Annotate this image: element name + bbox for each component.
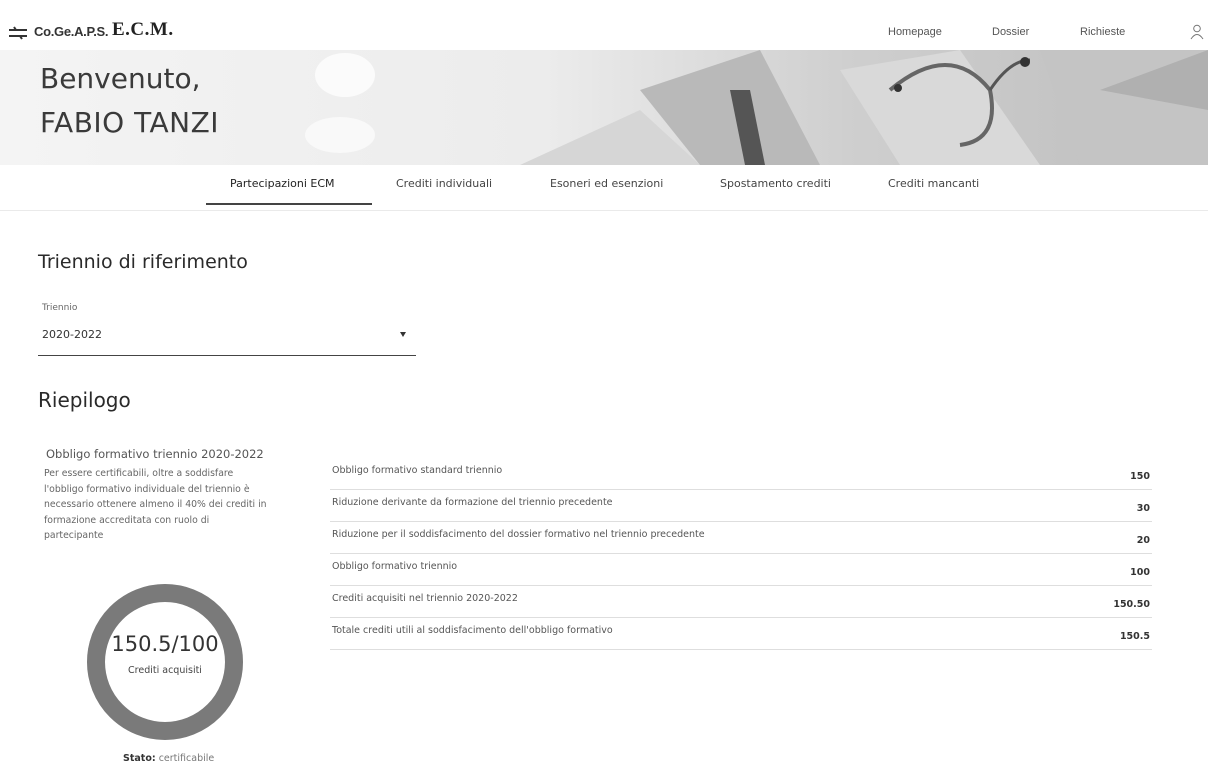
row-value: 150 [1130,471,1150,482]
tab-crediti-individuali[interactable]: Crediti individuali [396,177,492,190]
obligation-title: Obbligo formativo triennio 2020-2022 [46,447,264,461]
row-value: 30 [1136,503,1150,514]
triennio-select[interactable]: 2020-2022 [38,322,416,356]
table-row: Obbligo formativo triennio 100 [330,554,1152,586]
donut-credits-value: 150.5/100 [111,632,219,656]
donut-credits-label: Crediti acquisiti [128,665,202,676]
row-label: Crediti acquisiti nel triennio 2020-2022 [332,593,518,604]
row-label: Totale crediti utili al soddisfacimento … [332,625,613,636]
user-full-name: FABIO TANZI [40,106,220,139]
site-logo[interactable]: Co.Ge.A.P.S. E.C.M. [8,19,173,40]
table-row: Obbligo formativo standard triennio 150 [330,458,1152,490]
row-label: Riduzione per il soddisfacimento del dos… [332,529,705,540]
logo-cogeaps-text: Co.Ge.A.P.S. [34,24,109,39]
obligation-description: Per essere certificabili, oltre a soddis… [44,468,267,541]
riepilogo-heading: Riepilogo [38,388,131,412]
row-value: 100 [1130,567,1150,578]
row-value: 150.5 [1119,631,1150,642]
chevron-down-icon [400,332,406,337]
credits-donut-chart [87,584,243,740]
summary-table: Obbligo formativo standard triennio 150 Ri… [330,458,1152,650]
active-tab-indicator [206,203,372,205]
row-value: 150.50 [1113,599,1150,610]
nav-richieste[interactable]: Richieste [1080,26,1125,38]
table-row: Riduzione per il soddisfacimento del dos… [330,522,1152,554]
table-row: Riduzione derivante da formazione del tr… [330,490,1152,522]
welcome-greeting: Benvenuto, [40,62,201,95]
table-row: Totale crediti utili al soddisfacimento … [330,618,1152,650]
row-label: Obbligo formativo triennio [332,561,458,572]
status-value: certificabile [158,753,215,764]
triennio-heading: Triennio di riferimento [38,251,248,273]
tab-spostamento-crediti[interactable]: Spostamento crediti [720,177,831,190]
tab-esoneri-esenzioni[interactable]: Esoneri ed esenzioni [550,177,663,190]
table-row: Crediti acquisiti nel triennio 2020-2022… [330,586,1152,618]
row-value: 20 [1136,535,1150,546]
tab-crediti-mancanti[interactable]: Crediti mancanti [888,177,979,190]
logo-ecm-text: E.C.M. [112,19,174,40]
triennio-select-value: 2020-2022 [42,328,102,341]
cogeaps-logo-icon [8,25,28,40]
nav-dossier[interactable]: Dossier [992,26,1029,38]
hero-banner: Benvenuto, FABIO TANZI [0,50,1208,165]
donut-fill-arc [87,584,243,740]
nav-homepage[interactable]: Homepage [888,26,942,38]
triennio-select-label: Triennio [42,303,78,313]
user-icon[interactable] [1190,24,1204,40]
section-tabs: Partecipazioni ECM Crediti individuali E… [0,165,1208,211]
row-label: Riduzione derivante da formazione del tr… [332,497,613,508]
status-label: Stato: [123,753,156,764]
tab-partecipazioni-ecm[interactable]: Partecipazioni ECM [230,177,335,190]
certification-status: Stato: certificabile [123,753,214,764]
row-label: Obbligo formativo standard triennio [332,465,503,476]
